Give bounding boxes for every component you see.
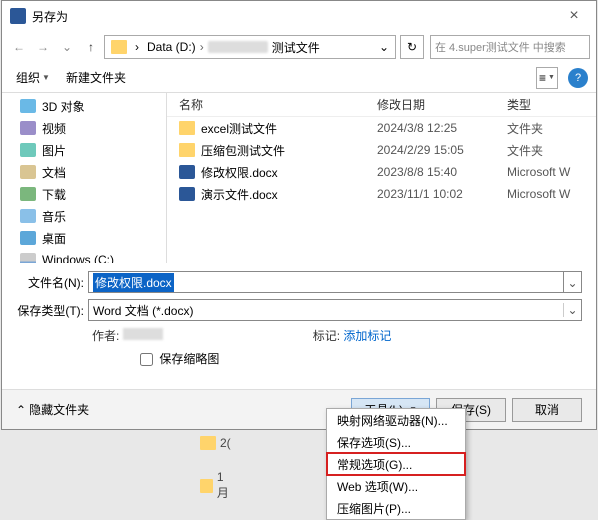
menu-web-options[interactable]: Web 选项(W)...: [327, 475, 465, 497]
list-row[interactable]: 修改权限.docx 2023/8/8 15:40 Microsoft W: [167, 161, 596, 183]
word-icon: [179, 187, 195, 201]
titlebar: 另存为 ×: [2, 1, 596, 31]
list-row[interactable]: 压缩包测试文件 2024/2/29 15:05 文件夹: [167, 139, 596, 161]
tools-menu: 映射网络驱动器(N)... 保存选项(S)... 常规选项(G)... Web …: [326, 408, 466, 520]
thumbnail-checkbox[interactable]: 保存缩略图: [136, 352, 219, 366]
document-icon: [20, 165, 36, 179]
address-dropdown[interactable]: ⌄: [375, 40, 393, 54]
sidebar-item-documents[interactable]: 文档: [2, 161, 166, 183]
chevron-icon[interactable]: ›: [131, 40, 143, 54]
desktop-icon: [20, 231, 36, 245]
author-value[interactable]: [123, 328, 163, 340]
download-icon: [20, 187, 36, 201]
music-icon: [20, 209, 36, 223]
folder-icon: [179, 143, 195, 157]
column-type[interactable]: 类型: [507, 96, 596, 113]
filetype-label: 保存类型(T):: [16, 302, 88, 319]
cancel-button[interactable]: 取消: [512, 398, 582, 422]
filename-dropdown[interactable]: ⌄: [564, 271, 582, 293]
refresh-button[interactable]: ↻: [400, 35, 424, 59]
sidebar-item-downloads[interactable]: 下载: [2, 183, 166, 205]
dialog-title: 另存为: [32, 8, 554, 25]
address-bar[interactable]: › Data (D:)› 测试文件 ⌄: [104, 35, 396, 59]
back-button[interactable]: ←: [8, 36, 30, 58]
footer: ⌃隐藏文件夹 工具(L)▼ 保存(S) 取消: [2, 389, 596, 429]
chevron-up-icon: ⌃: [16, 403, 26, 417]
search-input[interactable]: 在 4.super测试文件 中搜索: [430, 35, 590, 59]
tags-value[interactable]: 添加标记: [343, 329, 391, 343]
column-name[interactable]: 名称: [167, 96, 377, 113]
sidebar-item-desktop[interactable]: 桌面: [2, 227, 166, 249]
new-folder-button[interactable]: 新建文件夹: [60, 66, 132, 89]
menu-compress-pic[interactable]: 压缩图片(P)...: [327, 497, 465, 519]
menu-map-drive[interactable]: 映射网络驱动器(N)...: [327, 409, 465, 431]
word-icon: [179, 165, 195, 179]
toolbar: 组织▼ 新建文件夹 ≡▼ ?: [2, 63, 596, 93]
sidebar-item-3d[interactable]: 3D 对象: [2, 95, 166, 117]
filetype-combo[interactable]: Word 文档 (*.docx)⌄: [88, 299, 582, 321]
organize-button[interactable]: 组织▼: [10, 66, 56, 89]
column-date[interactable]: 修改日期: [377, 96, 507, 113]
hide-folders-toggle[interactable]: ⌃隐藏文件夹: [16, 401, 89, 418]
folder-icon: [111, 40, 127, 54]
path-segment-folder[interactable]: 测试文件: [268, 39, 324, 56]
folder-icon: [200, 436, 216, 450]
video-icon: [20, 121, 36, 135]
picture-icon: [20, 143, 36, 157]
sidebar-item-pictures[interactable]: 图片: [2, 139, 166, 161]
save-as-dialog: 另存为 × ← → ⌄ ↑ › Data (D:)› 测试文件 ⌄ ↻ 在 4.…: [1, 0, 597, 430]
author-label: 作者:: [92, 329, 119, 343]
tags-label: 标记:: [313, 329, 340, 343]
up-button[interactable]: ↑: [80, 36, 102, 58]
file-list: 名称 修改日期 类型 excel测试文件 2024/3/8 12:25 文件夹 …: [167, 93, 596, 263]
sidebar: 3D 对象 视频 图片 文档 下载 音乐 桌面 Windows (C:) ›Da…: [2, 93, 167, 263]
list-header: 名称 修改日期 类型: [167, 93, 596, 117]
nav-bar: ← → ⌄ ↑ › Data (D:)› 测试文件 ⌄ ↻ 在 4.super测…: [2, 31, 596, 63]
folder-icon: [179, 121, 195, 135]
filename-label: 文件名(N):: [16, 274, 88, 291]
list-row[interactable]: excel测试文件 2024/3/8 12:25 文件夹: [167, 117, 596, 139]
close-button[interactable]: ×: [554, 7, 594, 25]
help-button[interactable]: ?: [568, 68, 588, 88]
list-row[interactable]: 演示文件.docx 2023/11/1 10:02 Microsoft W: [167, 183, 596, 205]
view-options-button[interactable]: ≡▼: [536, 67, 558, 89]
background-files: 2( 1月: [200, 436, 245, 450]
3d-icon: [20, 99, 36, 113]
forward-button: →: [32, 36, 54, 58]
path-segment-drive[interactable]: Data (D:)›: [143, 40, 208, 54]
drive-icon: [20, 253, 36, 263]
body-panel: 3D 对象 视频 图片 文档 下载 音乐 桌面 Windows (C:) ›Da…: [2, 93, 596, 263]
sidebar-item-music[interactable]: 音乐: [2, 205, 166, 227]
sidebar-item-video[interactable]: 视频: [2, 117, 166, 139]
recent-dropdown[interactable]: ⌄: [56, 36, 78, 58]
menu-save-options[interactable]: 保存选项(S)...: [327, 431, 465, 453]
form-area: 文件名(N): 修改权限.docx ⌄ 保存类型(T): Word 文档 (*.…: [2, 263, 596, 373]
folder-icon: [200, 479, 213, 493]
word-app-icon: [10, 8, 26, 24]
path-segment-blurred[interactable]: [208, 41, 268, 53]
sidebar-item-c-drive[interactable]: Windows (C:): [2, 249, 166, 263]
menu-general-options[interactable]: 常规选项(G)...: [327, 453, 465, 475]
filename-input[interactable]: 修改权限.docx: [88, 271, 564, 293]
